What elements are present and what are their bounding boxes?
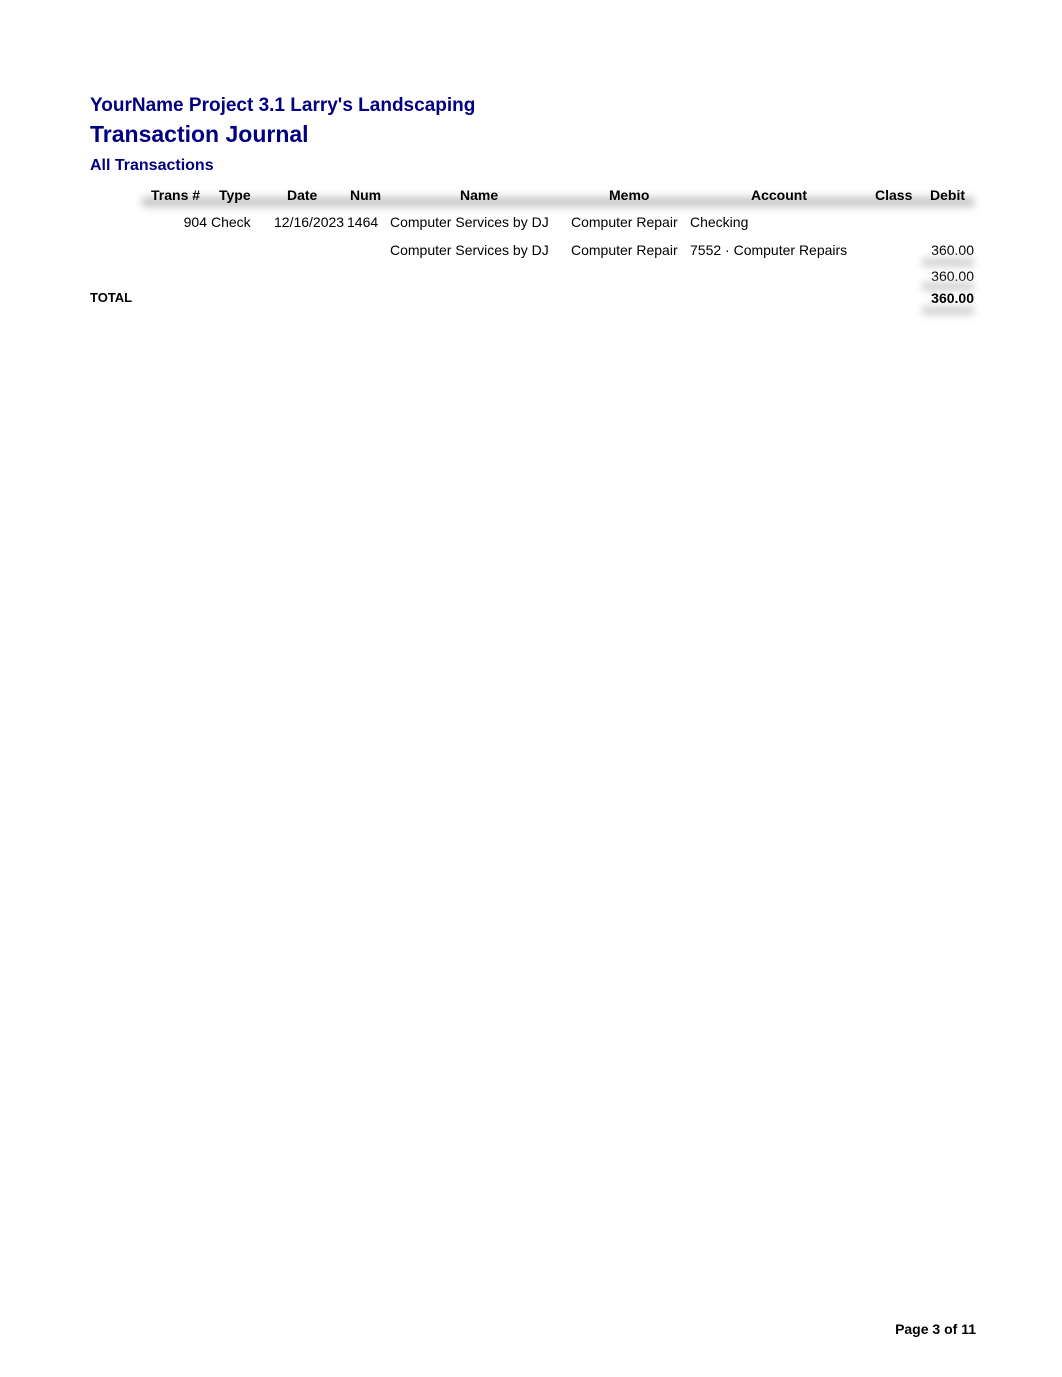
column-header-account: Account [751,187,807,203]
report-subtitle: All Transactions [90,157,214,174]
report-title: Transaction Journal [90,121,309,147]
cell-memo: Computer Repair [571,242,678,258]
total-label: TOTAL [90,290,133,305]
total-debit: 360.00 [931,290,974,306]
total-divider-bottom [922,306,974,315]
subtotal-divider [922,258,974,267]
cell-account: 7552 · Computer Repairs [690,242,848,258]
cell-name: Computer Services by DJ [390,242,549,258]
header-shadow-divider [142,197,974,207]
cell-debit: 360.00 [931,242,974,258]
column-header-class: Class [875,187,913,203]
cell-account: Checking [690,214,749,230]
column-header-name: Name [460,187,499,203]
cell-name: Computer Services by DJ [390,214,549,230]
column-header-date: Date [287,187,318,203]
company-title: YourName Project 3.1 Larry's Landscaping [90,95,476,116]
column-header-debit: Debit [930,187,965,203]
column-header-memo: Memo [609,187,650,203]
cell-num: 1464 [347,214,379,230]
cell-date: 12/16/2023 [274,214,345,230]
cell-type: Check [211,214,251,230]
column-header-trans-no: Trans # [151,187,201,203]
cell-trans-no: 904 [183,214,207,230]
page-number: Page 3 of 11 [895,1321,976,1337]
column-header-type: Type [219,187,251,203]
column-header-num: Num [350,187,382,203]
cell-memo: Computer Repair [571,214,678,230]
